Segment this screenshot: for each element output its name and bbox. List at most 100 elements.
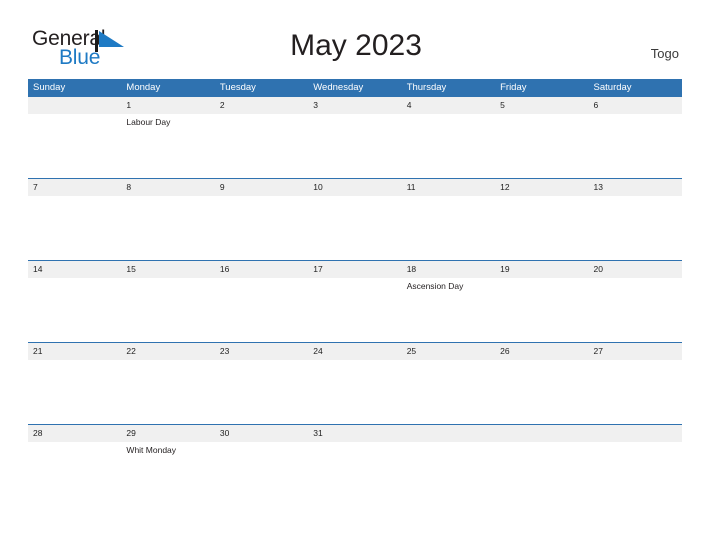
day-number[interactable]: 22 — [121, 343, 214, 360]
day-number[interactable]: 9 — [215, 179, 308, 196]
day-number[interactable]: 29 — [121, 425, 214, 442]
day-number[interactable]: 18 — [402, 261, 495, 278]
day-number[interactable]: 20 — [589, 261, 682, 278]
day-events-empty — [28, 442, 121, 506]
day-number[interactable]: 2 — [215, 97, 308, 114]
day-number[interactable]: 7 — [28, 179, 121, 196]
week-event-strip: Ascension Day — [28, 278, 682, 342]
day-number-empty — [589, 425, 682, 442]
holiday-label: Whit Monday — [126, 445, 177, 455]
day-events-empty — [495, 278, 588, 342]
country-label: Togo — [650, 46, 679, 61]
day-events: Whit Monday — [121, 442, 214, 506]
day-events-empty — [402, 360, 495, 424]
day-events-empty — [402, 442, 495, 506]
day-events-empty — [28, 278, 121, 342]
day-number[interactable]: 1 — [121, 97, 214, 114]
day-events: Labour Day — [121, 114, 214, 178]
day-events-empty — [402, 196, 495, 260]
day-events-empty — [215, 196, 308, 260]
day-events-empty — [495, 360, 588, 424]
week-date-strip: 123456 — [28, 97, 682, 114]
weekday-header-saturday: Saturday — [593, 82, 632, 93]
week-event-strip: Whit Monday — [28, 442, 682, 506]
weekday-header-row: Sunday Monday Tuesday Wednesday Thursday… — [28, 79, 682, 97]
day-number[interactable]: 16 — [215, 261, 308, 278]
day-events-empty — [121, 360, 214, 424]
calendar-grid: Sunday Monday Tuesday Wednesday Thursday… — [28, 79, 682, 506]
day-number[interactable]: 23 — [215, 343, 308, 360]
day-events-empty — [495, 114, 588, 178]
day-number[interactable]: 15 — [121, 261, 214, 278]
day-number[interactable]: 31 — [308, 425, 401, 442]
day-events-empty — [215, 278, 308, 342]
calendar-week-row: 21 22 23 24 25 26 27 — [28, 342, 682, 424]
weekday-header-thursday: Thursday — [406, 82, 447, 93]
day-events-empty — [589, 442, 682, 506]
weekday-header-monday: Monday — [126, 82, 161, 93]
week-date-strip: 7 8 9 10 11 12 13 — [28, 179, 682, 196]
day-number[interactable]: 11 — [402, 179, 495, 196]
day-events-empty — [215, 114, 308, 178]
holiday-label: Ascension Day — [406, 281, 464, 291]
day-events-empty — [308, 114, 401, 178]
week-date-strip: 21 22 23 24 25 26 27 — [28, 343, 682, 360]
day-number[interactable]: 28 — [28, 425, 121, 442]
day-events-empty — [589, 278, 682, 342]
calendar-week-row: 28 29 30 31 Whit Monday — [28, 424, 682, 506]
day-events-empty — [308, 278, 401, 342]
day-number[interactable]: 27 — [589, 343, 682, 360]
day-number[interactable]: 13 — [589, 179, 682, 196]
weekday-header-friday: Friday — [500, 82, 527, 93]
calendar-week-row: 7 8 9 10 11 12 13 — [28, 178, 682, 260]
day-number[interactable]: 12 — [495, 179, 588, 196]
week-event-strip — [28, 360, 682, 424]
day-events-empty — [121, 196, 214, 260]
day-number[interactable]: 5 — [495, 97, 588, 114]
day-number[interactable]: 21 — [28, 343, 121, 360]
day-number[interactable]: 4 — [402, 97, 495, 114]
day-events-empty — [308, 196, 401, 260]
calendar-week-row: 1 2 3 4 5 6 Labour Day — [28, 97, 682, 178]
day-number[interactable]: 14 — [28, 261, 121, 278]
day-events-empty — [28, 196, 121, 260]
day-events-empty — [495, 442, 588, 506]
day-number[interactable]: 6 — [589, 97, 682, 114]
calendar-weeks: 1 2 3 4 5 6 Labour Day 7 8 9 10 11 12 13 14 15 16 17 18 19 2… — [28, 97, 682, 506]
day-events-empty — [495, 196, 588, 260]
day-number[interactable]: 8 — [121, 179, 214, 196]
day-number[interactable]: 24 — [308, 343, 401, 360]
day-events-empty — [402, 114, 495, 178]
weekday-header-wednesday: Wednesday — [313, 82, 364, 93]
day-events: Ascension Day — [402, 278, 495, 342]
day-events-empty — [121, 278, 214, 342]
weekday-header-tuesday: Tuesday — [219, 82, 256, 93]
week-event-strip — [28, 196, 682, 260]
page-header: General Blue May 2023 Togo — [0, 0, 712, 79]
day-events-empty — [28, 114, 121, 178]
day-events-empty — [589, 360, 682, 424]
day-number[interactable]: 10 — [308, 179, 401, 196]
day-number-empty — [402, 425, 495, 442]
page-title: May 2023 — [290, 29, 422, 62]
calendar-week-row: 14 15 16 17 18 19 20 Ascension Day — [28, 260, 682, 342]
holiday-label: Labour Day — [126, 117, 171, 127]
day-number[interactable]: 25 — [402, 343, 495, 360]
day-events-empty — [308, 360, 401, 424]
day-events-empty — [308, 442, 401, 506]
day-number-empty — [28, 97, 121, 114]
day-number[interactable]: 17 — [308, 261, 401, 278]
day-number[interactable]: 26 — [495, 343, 588, 360]
day-events-empty — [215, 442, 308, 506]
day-number-empty — [495, 425, 588, 442]
day-events-empty — [589, 196, 682, 260]
day-events-empty — [215, 360, 308, 424]
day-number[interactable]: 30 — [215, 425, 308, 442]
week-date-strip: 28 29 30 31 — [28, 425, 682, 442]
weekday-header-sunday: Sunday — [33, 82, 66, 93]
day-number[interactable]: 3 — [308, 97, 401, 114]
day-number[interactable]: 19 — [495, 261, 588, 278]
week-event-strip: Labour Day — [28, 114, 682, 178]
day-events-empty — [589, 114, 682, 178]
week-date-strip: 14 15 16 17 18 19 20 — [28, 261, 682, 278]
